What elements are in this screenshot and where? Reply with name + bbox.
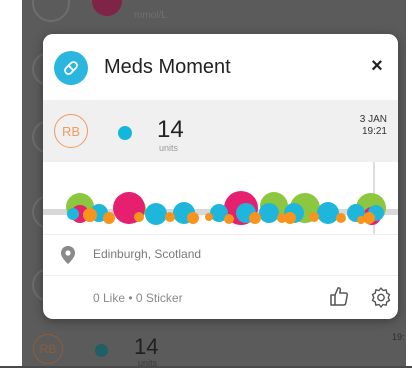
entry-time: 19:21 bbox=[361, 126, 387, 137]
timeline-graphic bbox=[43, 162, 398, 234]
social-counts: 0 Like • 0 Sticker bbox=[93, 291, 183, 305]
location-text: Edinburgh, Scotland bbox=[93, 247, 202, 261]
entry-value: 14 bbox=[157, 116, 184, 143]
entry-timestamp: 3 JAN 19:21 bbox=[360, 114, 387, 138]
avatar[interactable]: RB bbox=[54, 114, 88, 148]
entry-date: 3 JAN bbox=[359, 114, 387, 125]
background-entry-time: 19: bbox=[392, 332, 405, 342]
card-header: Meds Moment × bbox=[43, 34, 398, 100]
thumbs-up-icon[interactable] bbox=[328, 285, 350, 307]
entry-unit: units bbox=[159, 143, 179, 153]
gear-icon[interactable] bbox=[370, 286, 392, 308]
pill-icon bbox=[54, 51, 88, 85]
meds-moment-card: Meds Moment × RB 14 units 3 JAN 19:21 Ed… bbox=[43, 34, 398, 319]
background-top-row: mmol/L bbox=[22, 0, 406, 30]
background-unit-label: mmol/L bbox=[134, 10, 167, 21]
card-footer: 0 Like • 0 Sticker bbox=[43, 276, 398, 319]
background-med-dot bbox=[95, 344, 108, 357]
background-entry-value: 14 bbox=[134, 334, 159, 359]
background-entry-unit: units bbox=[138, 358, 158, 368]
background-right-strip bbox=[406, 0, 412, 366]
medication-color-dot bbox=[118, 126, 132, 140]
day-timeline[interactable] bbox=[43, 162, 398, 235]
close-button[interactable]: × bbox=[367, 56, 387, 76]
background-entry-dot bbox=[92, 0, 122, 16]
background-avatar-ring bbox=[32, 0, 70, 22]
location-row[interactable]: Edinburgh, Scotland bbox=[43, 235, 398, 276]
card-title: Meds Moment bbox=[104, 56, 231, 78]
pin-icon bbox=[61, 246, 75, 264]
meds-entry-row[interactable]: RB 14 units 3 JAN 19:21 bbox=[43, 100, 398, 162]
background-left-strip bbox=[0, 0, 22, 366]
background-avatar: RB bbox=[33, 334, 63, 364]
